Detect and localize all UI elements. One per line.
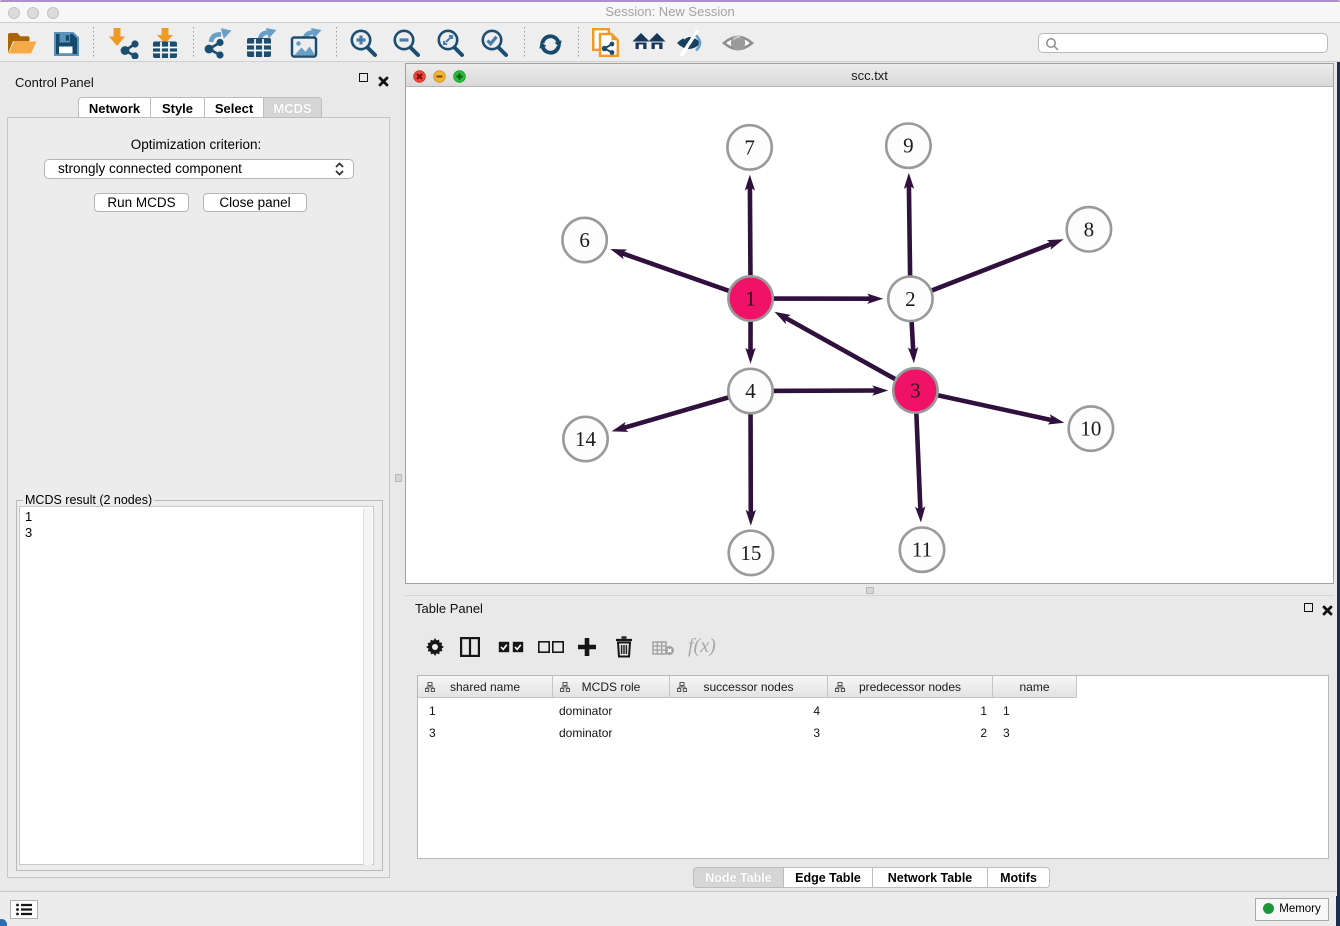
svg-text:7: 7 [744, 135, 755, 159]
svg-text:10: 10 [1080, 417, 1101, 441]
svg-text:3: 3 [910, 378, 921, 402]
svg-text:14: 14 [575, 427, 597, 451]
svg-text:11: 11 [912, 538, 932, 562]
svg-text:9: 9 [903, 134, 914, 158]
svg-text:6: 6 [579, 228, 590, 252]
svg-text:1: 1 [745, 287, 756, 311]
svg-text:4: 4 [745, 379, 756, 403]
svg-text:15: 15 [740, 541, 761, 565]
svg-text:8: 8 [1084, 217, 1095, 241]
svg-text:2: 2 [905, 287, 916, 311]
